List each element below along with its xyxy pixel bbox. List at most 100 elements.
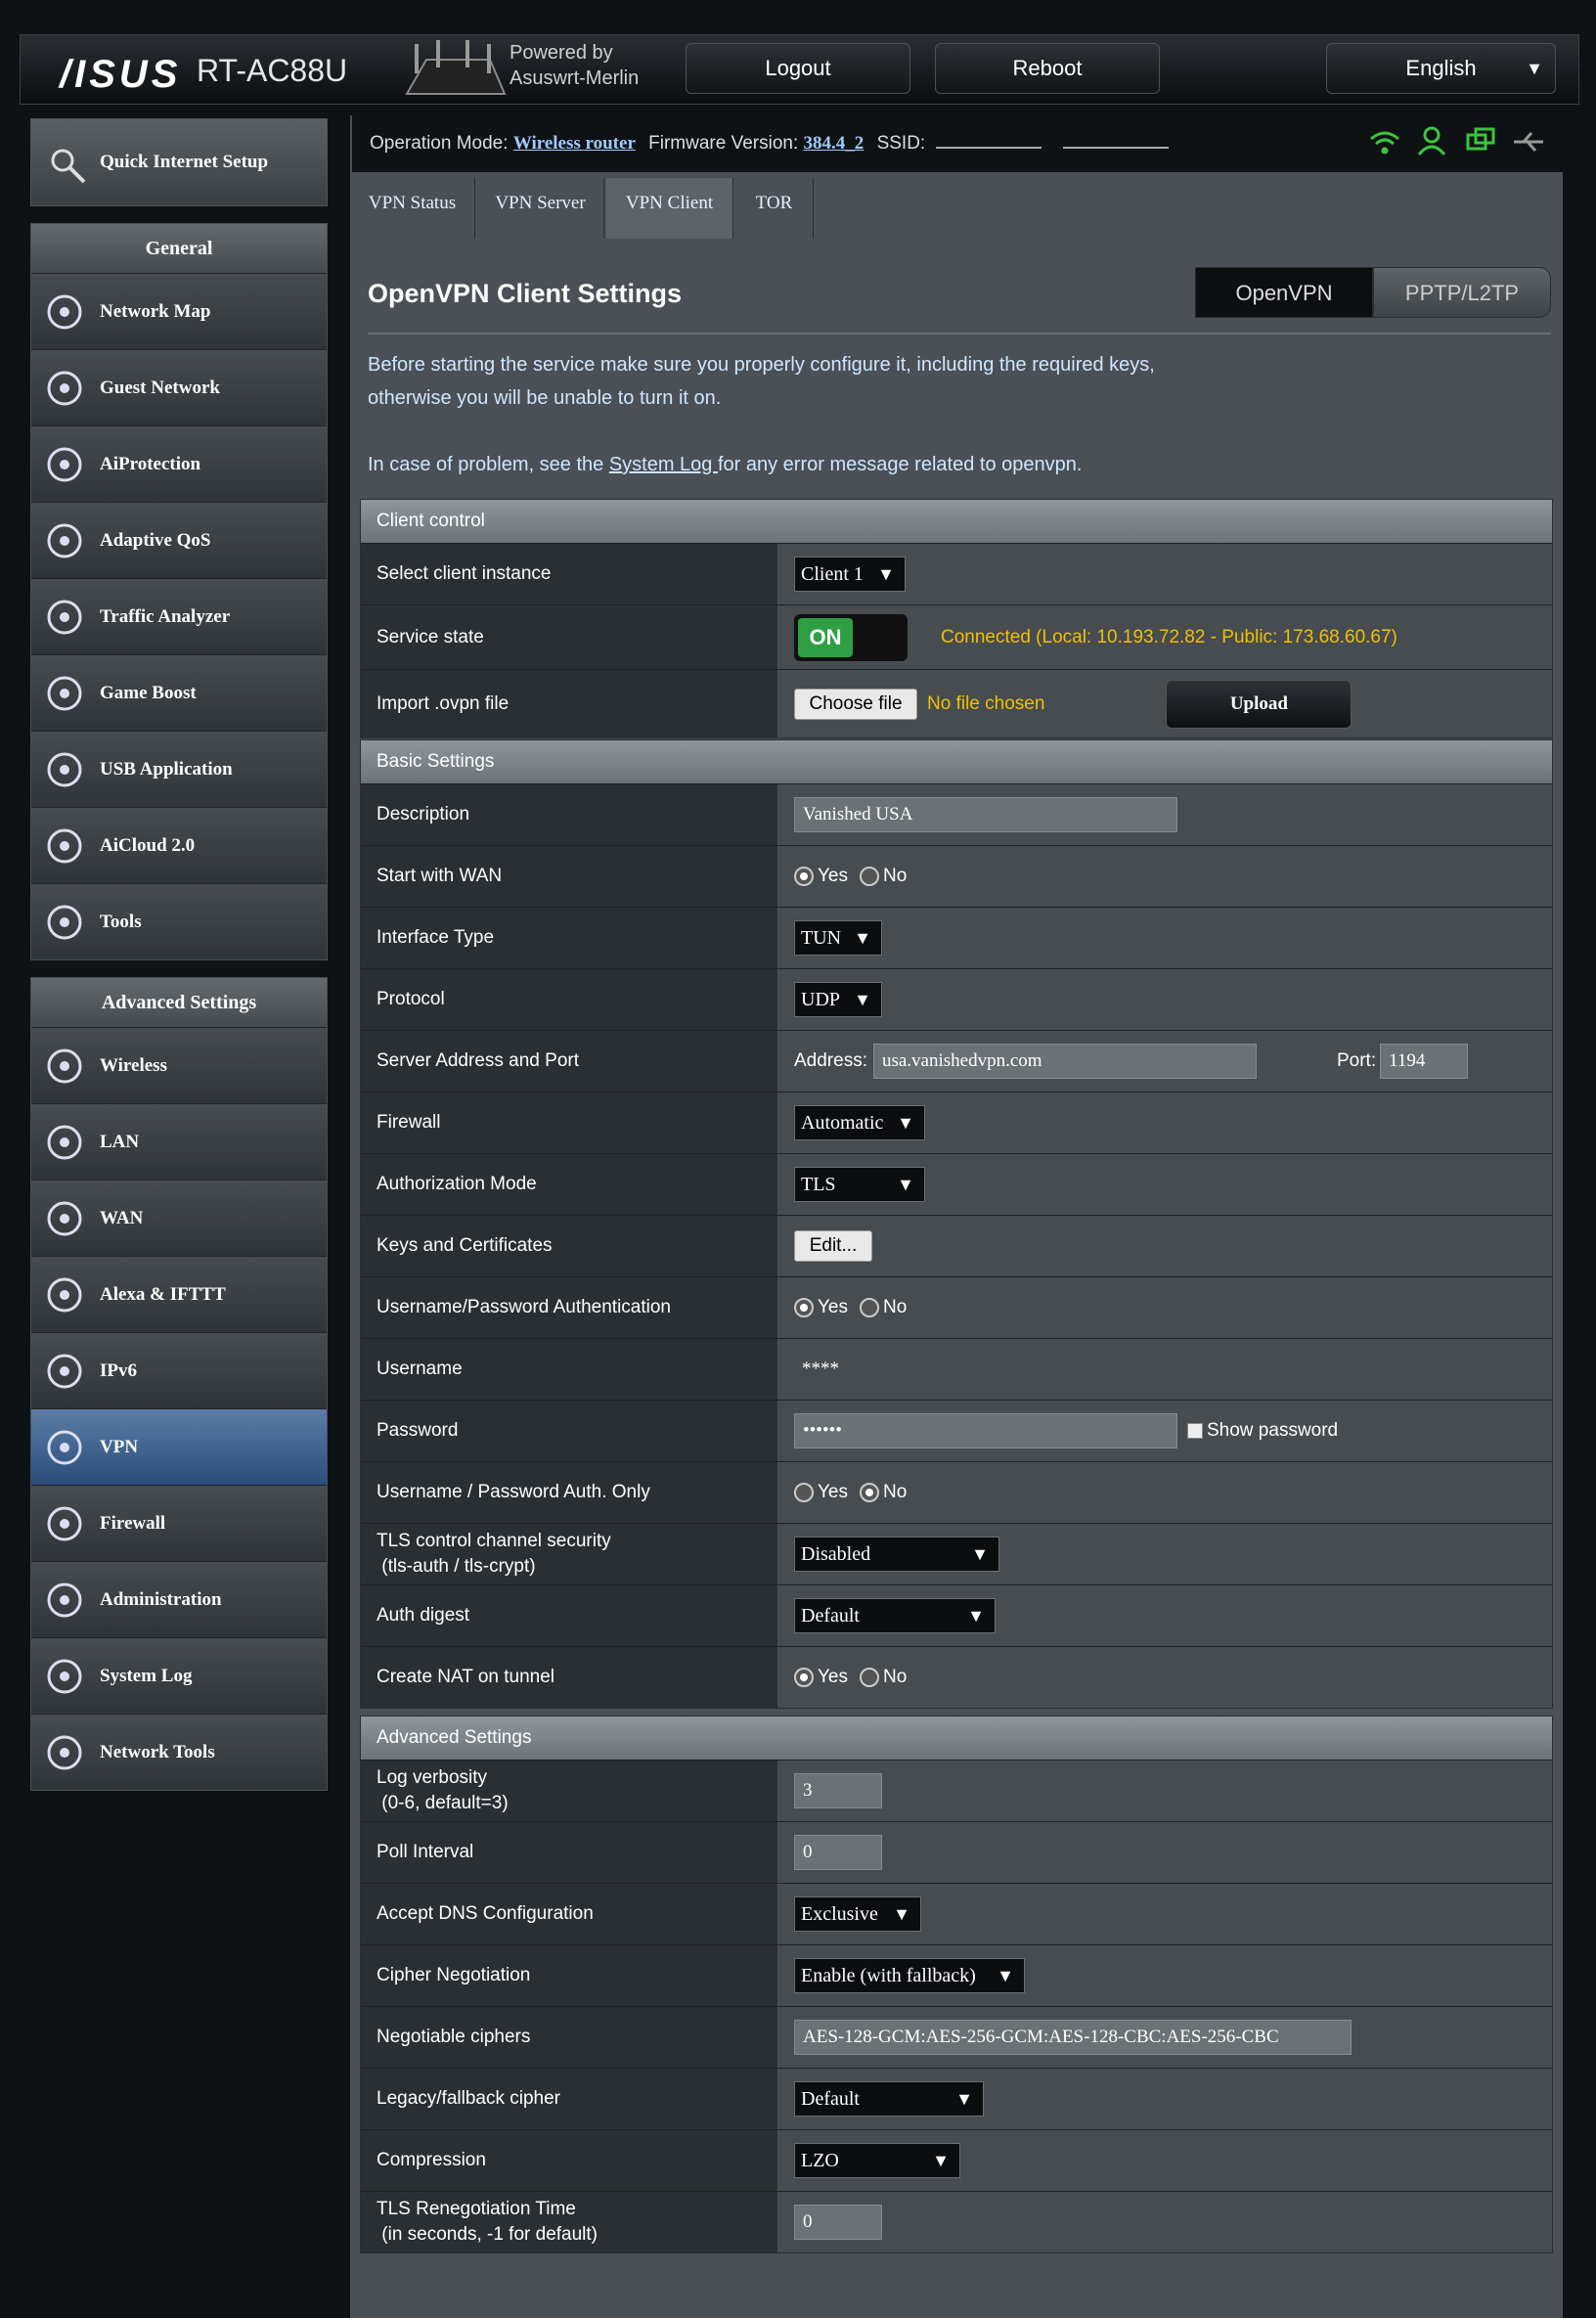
tab-vpn-server[interactable]: VPN Server <box>477 178 604 239</box>
password-input[interactable]: •••••• <box>794 1413 1177 1449</box>
wrench-icon <box>47 905 82 940</box>
nat-no-radio[interactable] <box>860 1668 879 1687</box>
choose-file-button[interactable]: Choose file <box>794 688 917 720</box>
advanced-settings-header: Advanced Settings <box>361 1716 1552 1760</box>
sidebar-item-wireless[interactable]: Wireless <box>31 1027 327 1103</box>
uponly-no-radio[interactable] <box>860 1483 879 1502</box>
client-control-table: Client control Select client instance Cl… <box>360 499 1553 738</box>
sidebar-item-administration[interactable]: Administration <box>31 1561 327 1637</box>
user-icon[interactable] <box>1416 125 1447 156</box>
chevron-down-icon: ▼ <box>971 1544 989 1564</box>
import-label: Import .ovpn file <box>361 670 777 737</box>
cipher-neg-select[interactable]: Enable (with fallback) ▼ <box>794 1958 1025 1993</box>
openvpn-button[interactable]: OpenVPN <box>1195 267 1373 318</box>
sidebar-item-wan[interactable]: WAN <box>31 1180 327 1256</box>
sidebar-item-guest-network[interactable]: Guest Network <box>31 349 327 425</box>
language-label: English <box>1405 56 1477 80</box>
description-input[interactable]: Vanished USA <box>794 797 1177 832</box>
sidebar-item-ipv6[interactable]: IPv6 <box>31 1332 327 1408</box>
tab-vpn-client[interactable]: VPN Client <box>606 178 733 239</box>
sidebar-item-system-log[interactable]: System Log <box>31 1637 327 1714</box>
firmware-link[interactable]: 384.4_2 <box>804 133 864 154</box>
wand-icon <box>51 149 86 184</box>
verb-input[interactable]: 3 <box>794 1773 882 1808</box>
no-label: No <box>883 1667 908 1687</box>
sidebar-item-label: Adaptive QoS <box>100 530 211 551</box>
sidebar-item-network-map[interactable]: Network Map <box>31 273 327 349</box>
no-file-text: No file chosen <box>927 692 1045 714</box>
port-input[interactable]: 1194 <box>1380 1044 1469 1079</box>
op-mode-link[interactable]: Wireless router <box>513 133 636 154</box>
start-wan-no-radio[interactable] <box>860 867 879 886</box>
uponly-yes-radio[interactable] <box>794 1483 814 1502</box>
row-import-ovpn: Import .ovpn file Choose file No file ch… <box>361 669 1552 737</box>
sidebar-item-vpn[interactable]: VPN <box>31 1408 327 1485</box>
upauth-no-radio[interactable] <box>860 1298 879 1317</box>
wifi-icon[interactable] <box>1369 127 1400 156</box>
sidebar-item-label: Game Boost <box>100 683 197 703</box>
protocol-select[interactable]: UDP ▼ <box>794 982 882 1017</box>
sidebar-item-tools[interactable]: Tools <box>31 883 327 959</box>
sidebar-item-aiprotection[interactable]: AiProtection <box>31 425 327 502</box>
sidebar-item-network-tools[interactable]: Network Tools <box>31 1714 327 1790</box>
interface-select[interactable]: TUN ▼ <box>794 920 882 956</box>
reboot-button[interactable]: Reboot <box>935 43 1160 94</box>
username-label: Username <box>361 1339 777 1400</box>
sidebar-item-traffic-analyzer[interactable]: Traffic Analyzer <box>31 578 327 654</box>
nat-yes-radio[interactable] <box>794 1668 814 1687</box>
problem-post: for any error message related to openvpn… <box>717 454 1083 475</box>
upload-button[interactable]: Upload <box>1166 679 1352 729</box>
usb-icon[interactable] <box>1512 129 1545 155</box>
tab-tor[interactable]: TOR <box>735 178 814 239</box>
quick-internet-setup[interactable]: Quick Internet Setup <box>30 118 328 206</box>
sidebar-item-label: IPv6 <box>100 1360 137 1381</box>
sidebar-item-adaptive-qos[interactable]: Adaptive QoS <box>31 502 327 578</box>
sidebar-item-aicloud-2-0[interactable]: AiCloud 2.0 <box>31 807 327 883</box>
firewall-select[interactable]: Automatic ▼ <box>794 1105 925 1140</box>
poll-input[interactable]: 0 <box>794 1835 882 1870</box>
interface-value: TUN <box>801 927 842 949</box>
language-select[interactable]: English ▼ <box>1326 43 1556 94</box>
start-wan-yes-radio[interactable] <box>794 867 814 886</box>
ciphers-input[interactable]: AES-128-GCM:AES-256-GCM:AES-128-CBC:AES-… <box>794 2020 1352 2055</box>
sidebar-item-alexa-ifttt[interactable]: Alexa & IFTTT <box>31 1256 327 1332</box>
network-icon[interactable] <box>1465 127 1496 156</box>
service-toggle[interactable]: ON <box>794 613 908 661</box>
tls-value: Disabled <box>801 1543 871 1565</box>
digest-select[interactable]: Default ▼ <box>794 1598 996 1633</box>
upauth-label: Username/Password Authentication <box>361 1277 777 1338</box>
client-instance-select[interactable]: Client 1 ▼ <box>794 557 906 592</box>
sidebar-item-label: AiCloud 2.0 <box>100 835 196 856</box>
pptp-button[interactable]: PPTP/L2TP <box>1373 267 1551 318</box>
sidebar-item-usb-application[interactable]: USB Application <box>31 731 327 807</box>
tls-select[interactable]: Disabled ▼ <box>794 1537 999 1572</box>
show-password-checkbox[interactable] <box>1187 1423 1203 1439</box>
system-log-link[interactable]: System Log <box>609 454 718 475</box>
tab-vpn-status[interactable]: VPN Status <box>350 178 475 239</box>
sidebar-item-label: VPN <box>100 1437 139 1457</box>
upauth-yes-radio[interactable] <box>794 1298 814 1317</box>
comp-label: Compression <box>361 2130 777 2191</box>
gamepad-icon <box>47 676 82 711</box>
sidebar-item-firewall[interactable]: Firewall <box>31 1485 327 1561</box>
sidebar-item-game-boost[interactable]: Game Boost <box>31 654 327 731</box>
sidebar-item-label: LAN <box>100 1132 140 1152</box>
row-service-state: Service state ON Connected (Local: 10.19… <box>361 604 1552 669</box>
toggle-on-label: ON <box>798 617 853 657</box>
sidebar-item-label: Firewall <box>100 1513 166 1534</box>
username-value[interactable]: **** <box>794 1359 839 1380</box>
reneg-input[interactable]: 0 <box>794 2205 882 2240</box>
sidebar-item-lan[interactable]: LAN <box>31 1103 327 1180</box>
address-input[interactable]: usa.vanishedvpn.com <box>872 1044 1257 1079</box>
logout-button[interactable]: Logout <box>686 43 910 94</box>
dns-select[interactable]: Exclusive ▼ <box>794 1896 921 1932</box>
advanced-settings-table: Advanced Settings Log verbosity (0-6, de… <box>360 1716 1553 2253</box>
edit-keys-button[interactable]: Edit... <box>794 1230 872 1262</box>
service-state-label: Service state <box>361 605 777 669</box>
authmode-select[interactable]: TLS ▼ <box>794 1167 925 1202</box>
legacy-select[interactable]: Default ▼ <box>794 2081 984 2117</box>
authmode-value: TLS <box>801 1174 836 1195</box>
comp-select[interactable]: LZO ▼ <box>794 2143 960 2178</box>
divider <box>368 333 1551 334</box>
fire-icon <box>47 1506 82 1541</box>
